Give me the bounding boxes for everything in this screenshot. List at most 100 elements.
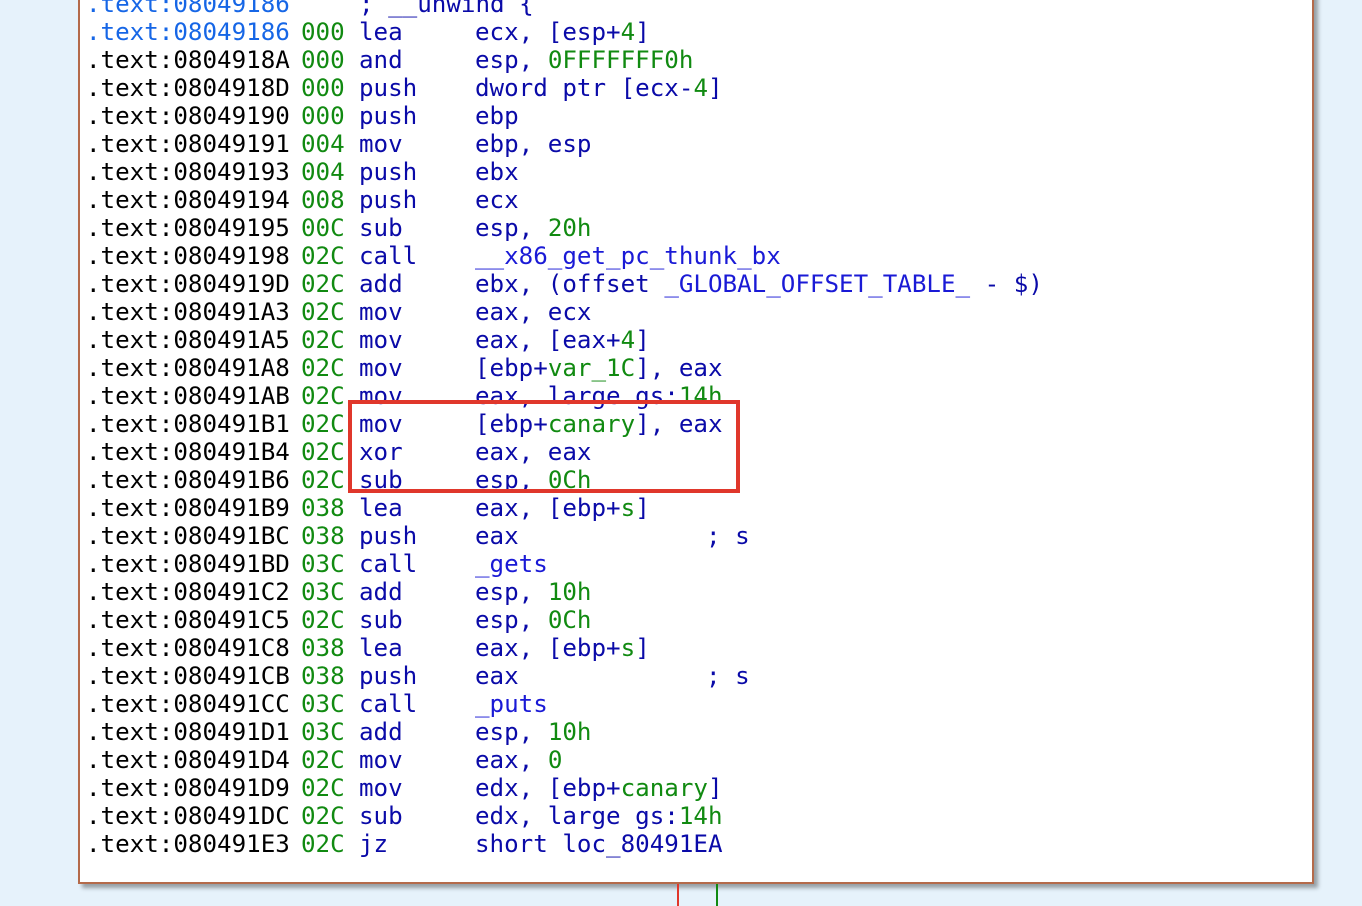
line-address[interactable]: .text:08049194 [86, 186, 290, 214]
line-address[interactable]: .text:0804919D [86, 270, 290, 298]
instruction-operands[interactable]: esp, 0FFFFFFF0h [475, 46, 693, 74]
instruction-mnemonic[interactable]: sub [359, 466, 403, 494]
instruction-mnemonic[interactable]: push [359, 74, 417, 102]
line-address[interactable]: .text:080491BD [86, 550, 290, 578]
instruction-operands[interactable]: __x86_get_pc_thunk_bx [475, 242, 781, 270]
disasm-line[interactable]: .text:08049190 000 push ebp [86, 102, 1306, 130]
instruction-mnemonic[interactable]: mov [359, 130, 403, 158]
disasm-line[interactable]: .text:080491BC 038 push eax ; s [86, 522, 1306, 550]
operand-label-link[interactable]: _puts [475, 690, 548, 718]
instruction-mnemonic[interactable]: add [359, 578, 403, 606]
disasm-line[interactable]: .text:080491B4 02C xor eax, eax [86, 438, 1306, 466]
line-address[interactable]: .text:0804918D [86, 74, 290, 102]
instruction-mnemonic[interactable]: xor [359, 438, 403, 466]
instruction-mnemonic[interactable]: sub [359, 802, 403, 830]
instruction-mnemonic[interactable]: lea [359, 494, 403, 522]
instruction-operands[interactable]: [ebp+canary], eax [475, 410, 723, 438]
disasm-line[interactable]: .text:0804918D 000 push dword ptr [ecx-4] [86, 74, 1306, 102]
disasm-line[interactable]: .text:080491C5 02C sub esp, 0Ch [86, 606, 1306, 634]
disasm-line[interactable]: .text:080491C2 03C add esp, 10h [86, 578, 1306, 606]
disasm-line[interactable]: .text:08049194 008 push ecx [86, 186, 1306, 214]
line-address[interactable]: .text:080491CC [86, 690, 290, 718]
instruction-mnemonic[interactable]: call [359, 242, 417, 270]
line-address[interactable]: .text:08049190 [86, 102, 290, 130]
instruction-operands[interactable]: esp, 10h [475, 578, 592, 606]
line-address[interactable]: .text:080491B4 [86, 438, 290, 466]
false-branch-edge[interactable] [677, 884, 679, 906]
instruction-mnemonic[interactable]: jz [359, 830, 388, 858]
basic-block-node[interactable]: .text:08049186; __unwind {.text:08049186… [78, 0, 1314, 884]
disasm-line[interactable]: .text:080491AB 02C mov eax, large gs:14h [86, 382, 1306, 410]
operand-label-link[interactable]: __x86_get_pc_thunk_bx [475, 242, 781, 270]
line-address[interactable]: .text:08049195 [86, 214, 290, 242]
instruction-operands[interactable]: _puts [475, 690, 548, 718]
line-address[interactable]: .text:08049193 [86, 158, 290, 186]
ida-graph-view[interactable]: .text:08049186; __unwind {.text:08049186… [0, 0, 1362, 906]
line-address[interactable]: .text:080491A5 [86, 326, 290, 354]
line-address[interactable]: .text:080491D4 [86, 746, 290, 774]
instruction-operands[interactable]: ebp, esp [475, 130, 592, 158]
disasm-line[interactable]: .text:080491C8 038 lea eax, [ebp+s] [86, 634, 1306, 662]
instruction-operands[interactable]: edx, [ebp+canary] [475, 774, 723, 802]
disasm-line[interactable]: .text:08049186 000 lea ecx, [esp+4] [86, 18, 1306, 46]
instruction-operands[interactable]: eax [475, 522, 519, 550]
instruction-mnemonic[interactable]: mov [359, 774, 403, 802]
line-address[interactable]: .text:080491D1 [86, 718, 290, 746]
line-address[interactable]: .text:08049191 [86, 130, 290, 158]
instruction-mnemonic[interactable]: push [359, 158, 417, 186]
disasm-line[interactable]: .text:080491B6 02C sub esp, 0Ch [86, 466, 1306, 494]
instruction-mnemonic[interactable]: sub [359, 214, 403, 242]
line-address[interactable]: .text:080491C2 [86, 578, 290, 606]
disasm-line[interactable]: .text:080491CC 03C call _puts [86, 690, 1306, 718]
disasm-line[interactable]: .text:080491A5 02C mov eax, [eax+4] [86, 326, 1306, 354]
instruction-mnemonic[interactable]: add [359, 270, 403, 298]
instruction-operands[interactable]: eax, 0 [475, 746, 562, 774]
instruction-operands[interactable]: ebp [475, 102, 519, 130]
disasm-line[interactable]: .text:08049195 00C sub esp, 20h [86, 214, 1306, 242]
instruction-operands[interactable]: ecx [475, 186, 519, 214]
line-address[interactable]: .text:08049186 [86, 18, 290, 46]
true-branch-edge[interactable] [716, 884, 718, 906]
instruction-operands[interactable]: esp, 0Ch [475, 606, 592, 634]
line-address[interactable]: .text:080491C5 [86, 606, 290, 634]
instruction-mnemonic[interactable]: mov [359, 382, 403, 410]
instruction-mnemonic[interactable]: push [359, 522, 417, 550]
instruction-operands[interactable]: ebx, (offset _GLOBAL_OFFSET_TABLE_ - $) [475, 270, 1043, 298]
instruction-operands[interactable]: eax, eax [475, 438, 592, 466]
disasm-line[interactable]: .text:080491A3 02C mov eax, ecx [86, 298, 1306, 326]
instruction-mnemonic[interactable]: sub [359, 606, 403, 634]
instruction-operands[interactable]: ecx, [esp+4] [475, 18, 650, 46]
instruction-mnemonic[interactable]: lea [359, 18, 403, 46]
instruction-operands[interactable]: _gets [475, 550, 548, 578]
disasm-line[interactable]: .text:080491B1 02C mov [ebp+canary], eax [86, 410, 1306, 438]
disasm-line[interactable]: .text:080491E3 02C jz short loc_80491EA [86, 830, 1306, 858]
instruction-mnemonic[interactable]: call [359, 690, 417, 718]
disasm-line[interactable]: .text:080491D9 02C mov edx, [ebp+canary] [86, 774, 1306, 802]
disasm-line[interactable]: .text:080491BD 03C call _gets [86, 550, 1306, 578]
disasm-line[interactable]: .text:080491B9 038 lea eax, [ebp+s] [86, 494, 1306, 522]
instruction-mnemonic[interactable]: push [359, 662, 417, 690]
instruction-mnemonic[interactable]: and [359, 46, 403, 74]
disasm-line[interactable]: .text:0804919D 02C add ebx, (offset _GLOBAL… [86, 270, 1306, 298]
instruction-operands[interactable]: ebx [475, 158, 519, 186]
line-address[interactable]: .text:080491B6 [86, 466, 290, 494]
disasm-line[interactable]: .text:080491D1 03C add esp, 10h [86, 718, 1306, 746]
instruction-operands[interactable]: edx, large gs:14h [475, 802, 723, 830]
disasm-line[interactable]: .text:08049191 004 mov ebp, esp [86, 130, 1306, 158]
line-address[interactable]: .text:080491AB [86, 382, 290, 410]
instruction-mnemonic[interactable]: push [359, 102, 417, 130]
operand-label-link[interactable]: _gets [475, 550, 548, 578]
line-address[interactable]: .text:080491A8 [86, 354, 290, 382]
instruction-operands[interactable]: esp, 20h [475, 214, 592, 242]
line-address[interactable]: .text:080491B9 [86, 494, 290, 522]
disasm-line[interactable]: .text:080491CB 038 push eax ; s [86, 662, 1306, 690]
instruction-operands[interactable]: dword ptr [ecx-4] [475, 74, 723, 102]
instruction-mnemonic[interactable]: mov [359, 746, 403, 774]
line-address[interactable]: .text:0804918A [86, 46, 290, 74]
instruction-operands[interactable]: eax, [eax+4] [475, 326, 650, 354]
line-address[interactable]: .text:080491B1 [86, 410, 290, 438]
instruction-operands[interactable]: eax, large gs:14h [475, 382, 723, 410]
instruction-mnemonic[interactable]: mov [359, 298, 403, 326]
instruction-operands[interactable]: eax [475, 662, 519, 690]
disasm-line[interactable]: .text:0804918A 000 and esp, 0FFFFFFF0h [86, 46, 1306, 74]
